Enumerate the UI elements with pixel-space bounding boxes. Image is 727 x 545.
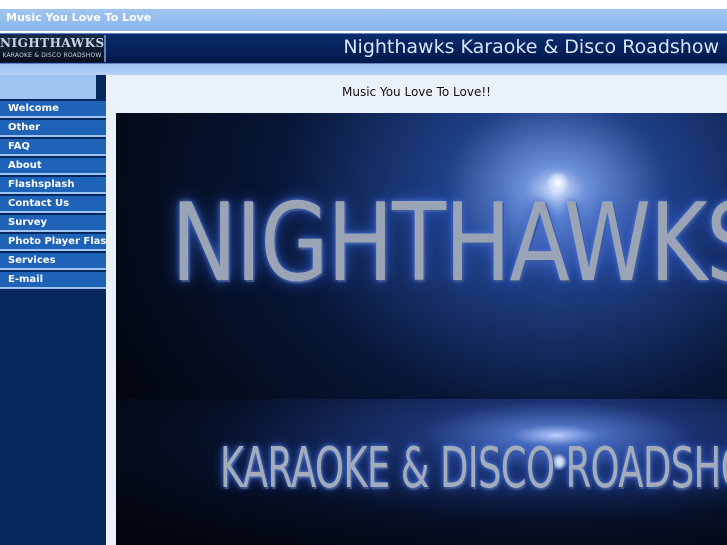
site-header: NIGHTHAWKS KARAOKE & DISCO ROADSHOW Nigh… <box>0 33 727 64</box>
nav-menu: Welcome Other FAQ About Flashsplash Cont… <box>0 101 113 291</box>
logo-wordmark: NIGHTHAWKS <box>0 36 105 50</box>
nav-item-label[interactable]: Welcome <box>0 101 106 117</box>
banner-image: NIGHTHAWKS KARAOKE & DISCO ROADSHOW <box>116 113 727 545</box>
nav-item-other[interactable]: Other <box>0 120 106 137</box>
nav-item-photo-player-flash[interactable]: Photo Player Flash <box>0 234 113 251</box>
nav-item-services[interactable]: Services <box>0 253 106 270</box>
nav-item-label[interactable]: Photo Player Flash <box>0 234 113 250</box>
page-tagline: Music You Love To Love!! <box>342 85 491 99</box>
nav-item-contact-us[interactable]: Contact Us <box>0 196 106 213</box>
header-divider <box>0 64 727 75</box>
nav-item-label[interactable]: Services <box>0 253 106 269</box>
nav-item-label[interactable]: Other <box>0 120 106 136</box>
banner-title: NIGHTHAWKS <box>170 181 727 306</box>
nav-item-label[interactable]: Flashsplash <box>0 177 106 193</box>
sidebar-header-block <box>0 75 96 99</box>
nav-item-survey[interactable]: Survey <box>0 215 106 232</box>
logo-tagline: KARAOKE & DISCO ROADSHOW <box>2 52 102 59</box>
nav-item-label[interactable]: FAQ <box>0 139 106 155</box>
nav-item-about[interactable]: About <box>0 158 106 175</box>
banner-subtitle: KARAOKE & DISCO ROADSHOW <box>219 436 727 501</box>
nav-item-flashsplash[interactable]: Flashsplash <box>0 177 106 194</box>
nav-item-welcome[interactable]: Welcome <box>0 101 106 118</box>
nav-item-email[interactable]: E-mail <box>0 272 106 289</box>
nav-item-faq[interactable]: FAQ <box>0 139 106 156</box>
nav-item-label[interactable]: E-mail <box>0 272 106 288</box>
top-bar-text: Music You Love To Love <box>6 11 152 24</box>
site-title: Nighthawks Karaoke & Disco Roadshow <box>343 36 719 58</box>
nav-item-label[interactable]: Survey <box>0 215 106 231</box>
site-logo[interactable]: NIGHTHAWKS KARAOKE & DISCO ROADSHOW <box>0 35 106 62</box>
main-content: Music You Love To Love!! NIGHTHAWKS KARA… <box>106 75 727 545</box>
top-spacer <box>0 0 727 9</box>
nav-item-label[interactable]: About <box>0 158 106 174</box>
sidebar: Welcome Other FAQ About Flashsplash Cont… <box>0 75 113 545</box>
top-bar: Music You Love To Love <box>0 9 727 31</box>
nav-item-label[interactable]: Contact Us <box>0 196 106 212</box>
